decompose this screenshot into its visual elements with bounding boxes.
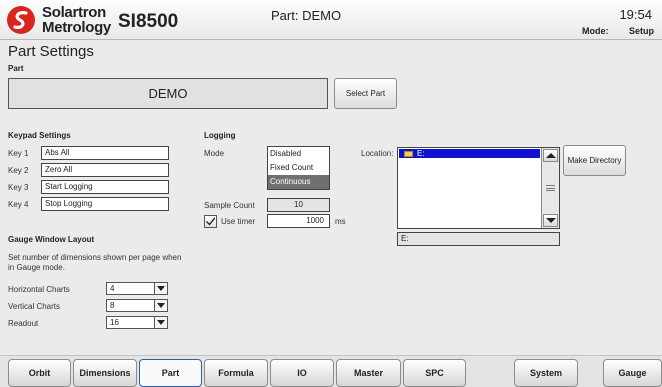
readout-label: Readout — [8, 319, 39, 328]
horizontal-charts-label: Horizontal Charts — [8, 285, 70, 294]
tab-bar: Orbit Dimensions Part Formula IO Master … — [0, 355, 662, 387]
tab-io[interactable]: IO — [270, 359, 334, 387]
key3-field[interactable]: Start Logging — [41, 180, 169, 194]
tab-orbit[interactable]: Orbit — [8, 359, 71, 387]
use-timer-checkbox[interactable] — [204, 215, 217, 228]
key2-label: Key 2 — [8, 166, 29, 175]
directory-list[interactable]: E: — [397, 147, 560, 229]
part-name-display: DEMO — [8, 78, 328, 109]
sample-count-label: Sample Count — [204, 201, 255, 210]
timer-value-field[interactable]: 1000 — [267, 214, 330, 228]
key1-field[interactable]: Abs All — [41, 146, 169, 160]
horizontal-charts-select[interactable]: 4 — [106, 282, 168, 295]
logging-section-label: Logging — [204, 131, 236, 140]
brand-name: Solartron Metrology — [42, 4, 111, 36]
timer-unit-label: ms — [335, 217, 346, 226]
tab-spc[interactable]: SPC — [403, 359, 466, 387]
chevron-down-icon — [154, 283, 167, 294]
checkmark-icon — [206, 217, 216, 226]
logging-mode-label: Mode — [204, 149, 225, 158]
chevron-down-icon — [154, 317, 167, 328]
page-title: Part Settings — [8, 43, 94, 60]
location-path-field: E: — [397, 232, 560, 246]
location-label: Location: — [361, 149, 394, 158]
tab-formula[interactable]: Formula — [204, 359, 268, 387]
logging-mode-disabled[interactable]: Disabled — [268, 147, 329, 161]
mode-value: Setup — [628, 26, 654, 36]
directory-scrollbar[interactable] — [541, 148, 559, 228]
key1-label: Key 1 — [8, 149, 29, 158]
current-part-title: Part: DEMO — [271, 8, 342, 23]
header-bar: Solartron Metrology SI8500 Part: DEMO 19… — [0, 0, 662, 40]
readout-select[interactable]: 16 — [106, 316, 168, 329]
chevron-down-icon — [154, 300, 167, 311]
logging-mode-list[interactable]: Disabled Fixed Count Continuous — [267, 146, 330, 190]
clock: 19:54 — [619, 7, 652, 22]
key3-label: Key 3 — [8, 183, 29, 192]
gauge-layout-section-label: Gauge Window Layout — [8, 235, 95, 244]
solartron-logo-icon — [7, 6, 35, 34]
scroll-grip-icon[interactable] — [546, 185, 555, 191]
part-section-label: Part — [8, 64, 24, 73]
select-part-button[interactable]: Select Part — [334, 78, 397, 109]
tab-part[interactable]: Part — [139, 359, 202, 387]
folder-icon — [404, 150, 413, 157]
key4-label: Key 4 — [8, 200, 29, 209]
logging-mode-fixed-count[interactable]: Fixed Count — [268, 161, 329, 175]
gauge-layout-description: Set number of dimensions shown per page … — [8, 253, 182, 272]
logging-mode-continuous[interactable]: Continuous — [268, 175, 329, 189]
tab-gauge[interactable]: Gauge — [603, 359, 662, 387]
key4-field[interactable]: Stop Logging — [41, 197, 169, 211]
vertical-charts-select[interactable]: 8 — [106, 299, 168, 312]
keypad-section-label: Keypad Settings — [8, 131, 71, 140]
scroll-up-icon[interactable] — [543, 149, 558, 162]
key2-field[interactable]: Zero All — [41, 163, 169, 177]
tab-master[interactable]: Master — [336, 359, 401, 387]
scroll-down-icon[interactable] — [543, 214, 558, 227]
make-directory-button[interactable]: Make Directory — [563, 145, 626, 176]
use-timer-label: Use timer — [221, 217, 256, 226]
model-name: SI8500 — [118, 11, 179, 32]
mode-label: Mode: — [582, 26, 609, 36]
tab-system[interactable]: System — [514, 359, 578, 387]
directory-item-selected[interactable]: E: — [399, 149, 540, 158]
tab-dimensions[interactable]: Dimensions — [73, 359, 137, 387]
vertical-charts-label: Vertical Charts — [8, 302, 61, 311]
sample-count-field[interactable]: 10 — [267, 198, 330, 212]
